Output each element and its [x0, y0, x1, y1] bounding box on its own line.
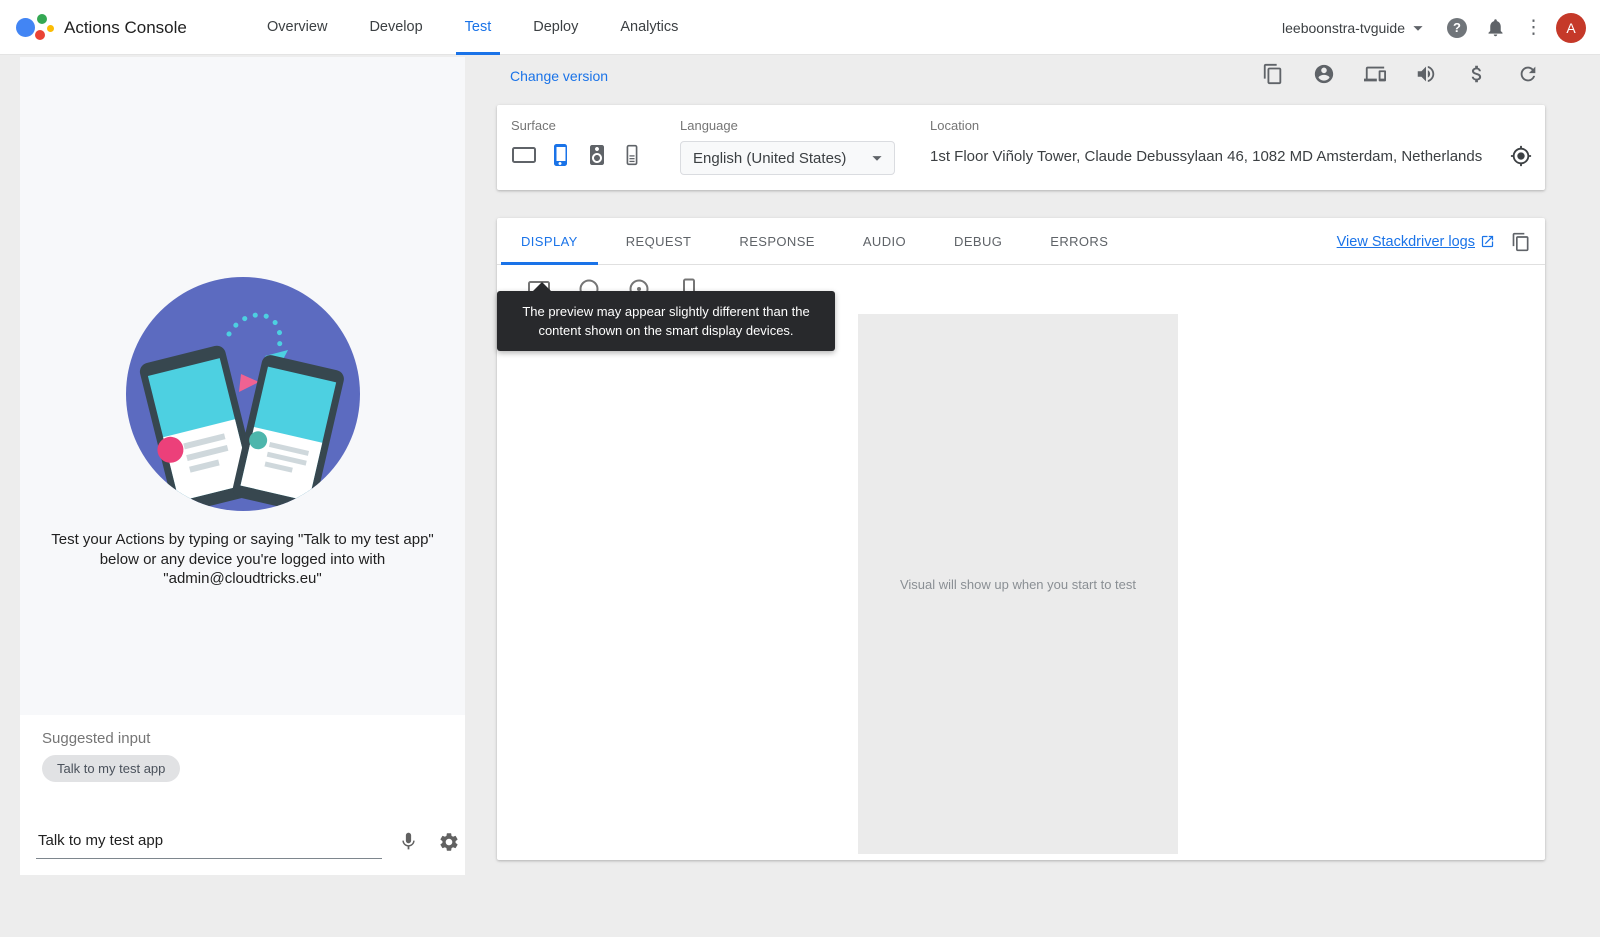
language-label: Language [680, 118, 895, 133]
top-app-bar: Actions Console Overview Develop Test De… [0, 0, 1600, 55]
tab-display[interactable]: DISPLAY [497, 218, 602, 264]
nav-tab-deploy[interactable]: Deploy [512, 0, 599, 55]
language-value: English (United States) [693, 150, 846, 167]
preview-tooltip: The preview may appear slightly differen… [497, 291, 835, 351]
surface-options [511, 143, 643, 167]
money-icon[interactable] [1466, 63, 1488, 85]
devices-icon[interactable] [1364, 63, 1386, 85]
change-version-link[interactable]: Change version [510, 68, 608, 84]
visual-placeholder-text: Visual will show up when you start to te… [900, 577, 1136, 592]
app-title: Actions Console [64, 0, 187, 55]
surface-feature-phone-icon[interactable] [621, 143, 643, 167]
copy-output-icon[interactable] [1511, 232, 1531, 252]
location-value: 1st Floor Viñoly Tower, Claude Debussyla… [930, 148, 1482, 165]
stackdriver-logs-label: View Stackdriver logs [1337, 234, 1475, 250]
tab-errors[interactable]: ERRORS [1026, 218, 1132, 264]
assistant-logo-icon [16, 13, 56, 41]
tab-debug[interactable]: DEBUG [930, 218, 1026, 264]
chevron-down-icon [1407, 17, 1429, 39]
refresh-icon[interactable] [1517, 63, 1539, 85]
visual-placeholder: Visual will show up when you start to te… [858, 314, 1178, 854]
mic-icon[interactable] [398, 831, 419, 852]
nav-tab-overview[interactable]: Overview [246, 0, 348, 55]
display-tab-body: The preview may appear slightly differen… [497, 265, 1545, 859]
overflow-menu-icon[interactable]: ⋮ [1524, 16, 1538, 39]
simulator-welcome-area: Test your Actions by typing or saying "T… [20, 57, 465, 715]
copy-icon[interactable] [1262, 63, 1284, 85]
simulator-panel: Test your Actions by typing or saying "T… [20, 57, 465, 875]
avatar[interactable]: A [1556, 13, 1586, 43]
notifications-bell-icon[interactable] [1485, 17, 1506, 38]
surface-smart-display-icon[interactable] [511, 143, 537, 167]
simulator-input-row [36, 825, 449, 865]
output-tabs: DISPLAY REQUEST RESPONSE AUDIO DEBUG ERR… [497, 218, 1545, 265]
surface-speaker-icon[interactable] [585, 143, 609, 167]
nav-tab-test[interactable]: Test [444, 0, 513, 55]
suggested-input-label: Suggested input [42, 730, 150, 747]
surface-label: Surface [511, 118, 643, 133]
simulator-input[interactable] [36, 827, 382, 859]
stackdriver-logs-link[interactable]: View Stackdriver logs [1337, 234, 1495, 250]
surface-phone-icon[interactable] [549, 143, 573, 167]
language-select[interactable]: English (United States) [680, 141, 895, 175]
location-label: Location [930, 118, 1532, 133]
tab-audio[interactable]: AUDIO [839, 218, 930, 264]
settings-gear-icon[interactable] [438, 831, 460, 853]
project-selector[interactable]: leeboonstra-tvguide [1282, 17, 1429, 39]
output-card: DISPLAY REQUEST RESPONSE AUDIO DEBUG ERR… [497, 218, 1545, 860]
suggestion-chip[interactable]: Talk to my test app [42, 755, 180, 782]
phones-illustration [125, 276, 361, 512]
account-icon[interactable] [1313, 63, 1335, 85]
settings-card: Surface Language English (United State [497, 105, 1545, 190]
primary-nav: Overview Develop Test Deploy Analytics [246, 0, 699, 55]
help-icon[interactable]: ? [1447, 18, 1467, 38]
external-link-icon [1480, 234, 1495, 249]
volume-icon[interactable] [1415, 63, 1437, 85]
nav-tab-analytics[interactable]: Analytics [599, 0, 699, 55]
my-location-icon[interactable] [1510, 145, 1532, 167]
project-name: leeboonstra-tvguide [1282, 20, 1405, 36]
simulator-toolbar-icons [1262, 63, 1539, 85]
topbar-actions: leeboonstra-tvguide ? ⋮ A [1282, 0, 1586, 55]
chevron-down-icon [866, 147, 888, 169]
tab-response[interactable]: RESPONSE [715, 218, 838, 264]
preview-tooltip-text: The preview may appear slightly differen… [522, 304, 809, 338]
simulator-intro-text: Test your Actions by typing or saying "T… [48, 530, 437, 589]
nav-tab-develop[interactable]: Develop [348, 0, 443, 55]
test-content-area: Change version Surface [497, 57, 1545, 917]
tab-request[interactable]: REQUEST [602, 218, 716, 264]
